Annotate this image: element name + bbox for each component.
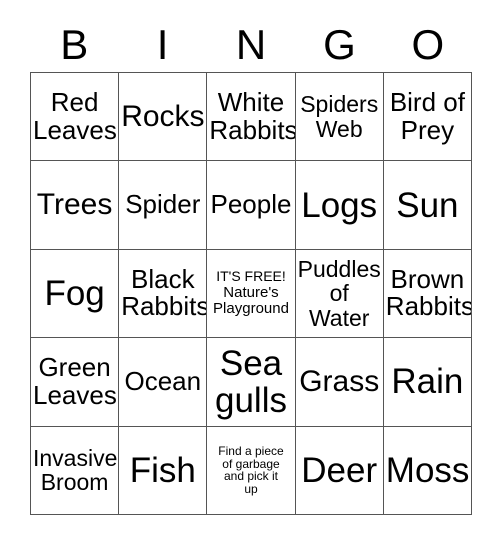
bingo-grid: Red Leaves Rocks White Rabbits Spiders W… [30, 72, 472, 515]
header-letter-i: I [156, 21, 169, 68]
bingo-cell[interactable]: Rain [383, 338, 472, 427]
bingo-cell-label: Rain [391, 362, 464, 402]
bingo-cell-label: People [210, 189, 292, 220]
bingo-cell-label: Green Leaves [33, 352, 117, 410]
free-space-lines: IT'S FREE! Nature's Playground [213, 267, 289, 318]
bingo-cell-label: Red Leaves [33, 87, 117, 145]
free-space-line-2: Nature's [223, 283, 279, 301]
bingo-cell[interactable]: Red Leaves [31, 73, 120, 162]
bingo-cell[interactable]: Black Rabbits [119, 249, 208, 339]
bingo-cell[interactable]: Spiders Web [295, 73, 384, 162]
header-letter-b: B [60, 21, 89, 68]
bingo-cell-label: White Rabbits [209, 87, 296, 145]
bingo-cell[interactable]: Logs [295, 161, 384, 250]
bingo-cell[interactable]: Ocean [119, 338, 208, 427]
bingo-cell[interactable]: Fog [31, 249, 120, 339]
bingo-cell-label: Logs [301, 185, 378, 225]
bingo-free-space-cell[interactable]: IT'S FREE! Nature's Playground IT'S FREE… [207, 249, 296, 339]
bingo-cell[interactable]: Green Leaves [31, 338, 120, 427]
bingo-cell[interactable]: Trees [31, 161, 120, 250]
bingo-card: B I N G O Red Leaves Rocks White Rabbits… [0, 0, 500, 544]
free-space-line-1: IT'S FREE! [216, 267, 286, 284]
header-letter-o: O [411, 21, 445, 68]
bingo-cell-label: Moss [385, 450, 470, 490]
bingo-cell-label: Rocks [121, 99, 205, 133]
bingo-cell-label: Ocean [124, 366, 202, 397]
bingo-cell-label: Fog [44, 273, 105, 313]
bingo-cell-label: Invasive Broom [33, 444, 118, 496]
bingo-header-row: B I N G O [30, 18, 472, 72]
bingo-cell[interactable]: Deer [295, 426, 384, 515]
bingo-cell[interactable]: Puddles of Water [295, 249, 384, 339]
free-space-line-3: Playground [213, 300, 289, 318]
bingo-cell[interactable]: Find a piece of garbage and pick it up [207, 426, 296, 515]
bingo-cell-label: Fish [129, 450, 196, 490]
bingo-cell[interactable]: Spider [119, 161, 208, 250]
bingo-cell-label: Grass [299, 364, 380, 398]
bingo-cell-label: Black Rabbits [121, 263, 208, 322]
bingo-cell[interactable]: Sun [383, 161, 472, 250]
bingo-cell-label: Bird of Prey [389, 87, 465, 145]
bingo-cell[interactable]: Bird of Prey [383, 73, 472, 162]
bingo-cell-label: Sea gulls [215, 343, 287, 420]
bingo-cell[interactable]: White Rabbits [207, 73, 296, 162]
bingo-cell-label: Deer [301, 450, 378, 490]
bingo-cell-label: Sun [396, 185, 459, 225]
bingo-cell[interactable]: Grass [295, 338, 384, 427]
bingo-cell[interactable]: Fish [119, 426, 208, 515]
header-letter-n: N [235, 21, 267, 68]
bingo-cell[interactable]: Rocks [119, 73, 208, 162]
bingo-cell[interactable]: Brown Rabbits [383, 249, 472, 339]
bingo-cell-label: Trees [36, 188, 113, 222]
bingo-cell-label: Brown Rabbits [385, 263, 472, 322]
bingo-cell-label: Spiders Web [300, 91, 379, 142]
bingo-cell-label: Puddles of Water [297, 255, 381, 331]
bingo-cell[interactable]: Sea gulls [207, 338, 296, 427]
bingo-cell[interactable]: Moss [383, 426, 472, 515]
bingo-cell[interactable]: Invasive Broom [31, 426, 120, 515]
bingo-cell-label: Find a piece of garbage and pick it up [218, 443, 284, 497]
bingo-cell[interactable]: People [207, 161, 296, 250]
bingo-cell-label: Spider [125, 189, 201, 220]
header-letter-g: G [323, 21, 356, 68]
